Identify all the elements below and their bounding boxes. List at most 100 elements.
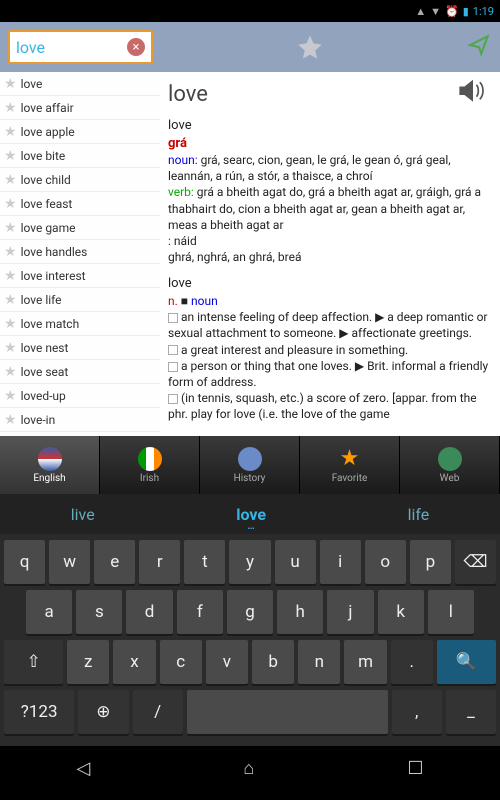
key-w[interactable]: w — [49, 540, 90, 584]
list-item[interactable]: ★loved-up — [0, 384, 160, 408]
key-i[interactable]: i — [320, 540, 361, 584]
key-q[interactable]: q — [4, 540, 45, 584]
favorite-toggle[interactable] — [163, 33, 456, 61]
key-b[interactable]: b — [252, 640, 294, 684]
word-form: love — [168, 117, 492, 135]
list-item[interactable]: ★love handles — [0, 240, 160, 264]
search-box[interactable]: × — [8, 30, 153, 64]
star-icon: ★ — [4, 388, 17, 404]
key-space[interactable] — [187, 690, 388, 734]
word-label: love life — [21, 293, 62, 307]
key-a[interactable]: a — [26, 590, 72, 634]
list-item[interactable]: ★love feast — [0, 192, 160, 216]
star-icon: ★ — [4, 172, 17, 188]
extra-line: : náid — [168, 233, 492, 249]
back-button[interactable]: ◁ — [77, 758, 91, 779]
key-x[interactable]: x — [113, 640, 155, 684]
search-input[interactable] — [16, 38, 127, 57]
word-label: love match — [21, 317, 80, 331]
key-h[interactable]: h — [277, 590, 323, 634]
ie-icon — [138, 447, 162, 471]
list-item[interactable]: ★love nest — [0, 336, 160, 360]
star-icon: ★ — [4, 364, 17, 380]
key-y[interactable]: y — [229, 540, 270, 584]
uk-icon — [38, 447, 62, 471]
globe-icon — [438, 447, 462, 471]
signal-icon: ▲ — [415, 5, 426, 18]
list-item[interactable]: ★love-in — [0, 408, 160, 432]
key-o[interactable]: o — [365, 540, 406, 584]
tab-history[interactable]: History — [200, 436, 300, 494]
def-4: (in tennis, squash, etc.) a score of zer… — [168, 390, 492, 422]
list-item[interactable]: ★ love child — [0, 168, 160, 192]
key-v[interactable]: v — [206, 640, 248, 684]
star-icon: ★ — [4, 196, 17, 212]
tab-bar: EnglishIrishHistory★FavoriteWeb — [0, 436, 500, 494]
list-item[interactable]: ★ love apple — [0, 120, 160, 144]
key-e[interactable]: e — [94, 540, 135, 584]
key-?123[interactable]: ?123 — [4, 690, 74, 734]
key-r[interactable]: r — [139, 540, 180, 584]
star-icon: ★ — [4, 316, 17, 332]
suggestion[interactable]: life — [408, 505, 430, 524]
key-⇧[interactable]: ⇧ — [4, 640, 63, 684]
clear-icon[interactable]: × — [127, 38, 145, 56]
key-k[interactable]: k — [378, 590, 424, 634]
list-item[interactable]: ★love affair — [0, 96, 160, 120]
wifi-icon: ▼ — [430, 5, 441, 18]
list-item[interactable]: ★love interest — [0, 264, 160, 288]
word-label: love seat — [21, 365, 69, 379]
tab-irish[interactable]: Irish — [100, 436, 200, 494]
list-item[interactable]: ★ love life — [0, 288, 160, 312]
star-icon: ★ — [4, 292, 17, 308]
tab-web[interactable]: Web — [400, 436, 500, 494]
word-label: love affair — [21, 101, 74, 115]
key-j[interactable]: j — [327, 590, 373, 634]
key-m[interactable]: m — [344, 640, 386, 684]
key-⊕[interactable]: ⊕ — [78, 690, 128, 734]
star-icon: ★ — [4, 124, 17, 140]
key-⌫[interactable]: ⌫ — [455, 540, 496, 584]
key-f[interactable]: f — [177, 590, 223, 634]
key-z[interactable]: z — [67, 640, 109, 684]
tab-favorite[interactable]: ★Favorite — [300, 436, 400, 494]
key-n[interactable]: n — [298, 640, 340, 684]
word-label: love apple — [21, 125, 75, 139]
word-form-2: love — [168, 275, 492, 293]
list-item[interactable]: ★ love match — [0, 312, 160, 336]
tab-english[interactable]: English — [0, 436, 100, 494]
key-p[interactable]: p — [410, 540, 451, 584]
key-,[interactable]: , — [392, 690, 442, 734]
keyboard: qwertyuiop⌫ asdfghjkl ⇧zxcvbnm.🔍 ?123⊕/,… — [0, 534, 500, 746]
word-label: love child — [21, 173, 71, 187]
list-item[interactable]: ★ love seat — [0, 360, 160, 384]
speaker-icon[interactable] — [456, 78, 490, 106]
key-d[interactable]: d — [126, 590, 172, 634]
suggestion-active[interactable]: love — [236, 505, 266, 524]
key-l[interactable]: l — [428, 590, 474, 634]
suggestion[interactable]: live — [71, 505, 95, 524]
key-t[interactable]: t — [184, 540, 225, 584]
key-🔍[interactable]: 🔍 — [437, 640, 496, 684]
key-_[interactable]: _ — [446, 690, 496, 734]
battery-icon: ▮ — [463, 5, 469, 18]
word-list[interactable]: ★love★love affair★love apple★love bite★l… — [0, 72, 160, 436]
word-label: love handles — [21, 245, 88, 259]
key-/[interactable]: / — [133, 690, 183, 734]
key-s[interactable]: s — [76, 590, 122, 634]
key-c[interactable]: c — [160, 640, 202, 684]
definition-pane[interactable]: love love grá noun: grá, searc, cion, ge… — [160, 72, 500, 436]
list-item[interactable]: ★love bite — [0, 144, 160, 168]
pos-2: n. ■ noun — [168, 293, 492, 309]
key-.[interactable]: . — [391, 640, 433, 684]
key-u[interactable]: u — [275, 540, 316, 584]
home-button[interactable]: ⌂ — [243, 758, 254, 779]
list-item[interactable]: ★love — [0, 72, 160, 96]
share-icon[interactable] — [466, 32, 492, 63]
recent-button[interactable]: ☐ — [407, 758, 423, 779]
key-g[interactable]: g — [227, 590, 273, 634]
toolbar: × — [0, 22, 500, 72]
star-icon: ★ — [4, 220, 17, 236]
list-item[interactable]: ★love game — [0, 216, 160, 240]
status-bar: ▲ ▼ ⏰ ▮ 1:19 — [0, 0, 500, 22]
